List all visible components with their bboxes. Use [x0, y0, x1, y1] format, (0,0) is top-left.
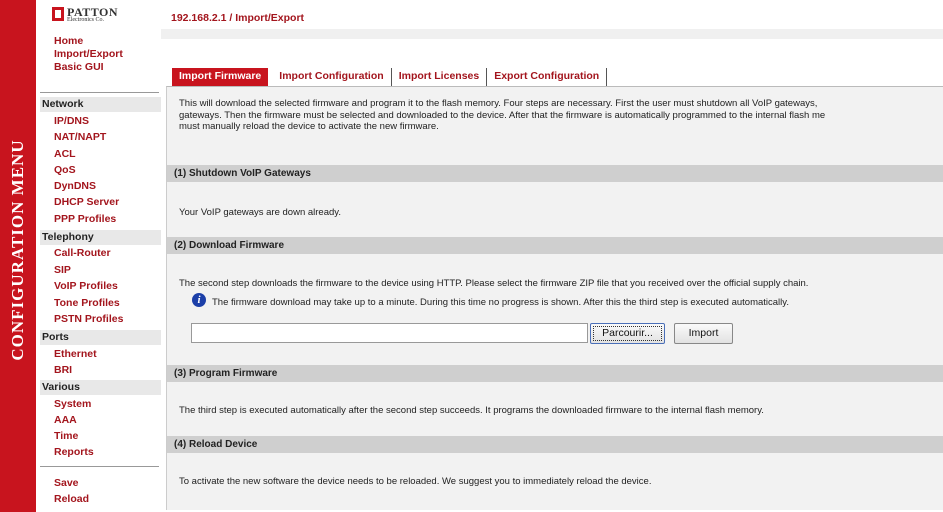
nav-group-network: Network — [40, 97, 161, 112]
nav-acl[interactable]: ACL — [54, 148, 76, 160]
import-button[interactable]: Import — [674, 323, 733, 344]
nav-tone-profiles[interactable]: Tone Profiles — [54, 297, 120, 309]
nav-sip[interactable]: SIP — [54, 264, 71, 276]
intro-text: This will download the selected firmware… — [179, 98, 943, 133]
import-firmware-panel: This will download the selected firmware… — [166, 86, 943, 510]
nav-dhcp-server[interactable]: DHCP Server — [54, 196, 119, 208]
nav-ip-dns[interactable]: IP/DNS — [54, 115, 89, 127]
nav-call-router[interactable]: Call-Router — [54, 247, 111, 259]
breadcrumb: 192.168.2.1 / Import/Export — [171, 12, 305, 24]
config-menu-bar: CONFIGURATION MENU — [0, 0, 36, 512]
nav-group-telephony: Telephony — [40, 230, 161, 245]
section-title-download: (2) Download Firmware — [167, 237, 943, 254]
section-title-shutdown: (1) Shutdown VoIP Gateways — [167, 165, 943, 182]
nav-reports[interactable]: Reports — [54, 446, 94, 458]
nav-reload[interactable]: Reload — [54, 493, 89, 505]
section-title-program: (3) Program Firmware — [167, 365, 943, 382]
sidebar-divider — [40, 466, 159, 467]
nav-ppp-profiles[interactable]: PPP Profiles — [54, 213, 116, 225]
nav-import-export[interactable]: Import/Export — [54, 48, 123, 60]
logo-mark-icon — [52, 7, 64, 21]
sidebar: PATTON Electronics Co. Home Import/Expor… — [36, 0, 161, 512]
tab-export-configuration[interactable]: Export Configuration — [487, 68, 608, 86]
nav-aaa[interactable]: AAA — [54, 414, 77, 426]
nav-basic-gui[interactable]: Basic GUI — [54, 61, 104, 73]
tab-bar: Import Firmware Import Configuration Imp… — [172, 68, 608, 86]
firmware-file-input[interactable] — [191, 323, 588, 343]
nav-qos[interactable]: QoS — [54, 164, 76, 176]
nav-bri[interactable]: BRI — [54, 364, 72, 376]
nav-dyndns[interactable]: DynDNS — [54, 180, 96, 192]
tab-import-licenses[interactable]: Import Licenses — [392, 68, 488, 86]
intro-line: must manually reload the device to activ… — [179, 121, 439, 132]
header-band — [161, 29, 943, 39]
logo-sub: Electronics Co. — [67, 17, 104, 23]
nav-time[interactable]: Time — [54, 430, 78, 442]
intro-line: gateways. Then the firmware must be sele… — [179, 109, 826, 121]
tab-import-configuration[interactable]: Import Configuration — [272, 68, 392, 86]
nav-voip-profiles[interactable]: VoIP Profiles — [54, 280, 118, 292]
nav-nat-napt[interactable]: NAT/NAPT — [54, 131, 106, 143]
nav-pstn-profiles[interactable]: PSTN Profiles — [54, 313, 123, 325]
nav-home[interactable]: Home — [54, 35, 83, 47]
intro-line: This will download the selected firmware… — [179, 98, 818, 109]
nav-system[interactable]: System — [54, 398, 91, 410]
section-text-download: The second step downloads the firmware t… — [179, 278, 809, 289]
config-menu-title: CONFIGURATION MENU — [8, 139, 27, 361]
section-text-reload: To activate the new software the device … — [179, 476, 652, 487]
section-text-shutdown: Your VoIP gateways are down already. — [179, 207, 341, 218]
nav-group-ports: Ports — [40, 330, 161, 345]
nav-group-various: Various — [40, 380, 161, 395]
sidebar-divider — [40, 92, 159, 93]
patton-logo: PATTON Electronics Co. — [52, 5, 132, 26]
download-info-note: The firmware download may take up to a m… — [212, 297, 789, 308]
info-icon: i — [192, 293, 206, 307]
nav-ethernet[interactable]: Ethernet — [54, 348, 97, 360]
browse-button[interactable]: Parcourir... — [590, 323, 665, 344]
section-title-reload: (4) Reload Device — [167, 436, 943, 453]
nav-save[interactable]: Save — [54, 477, 79, 489]
section-text-program: The third step is executed automatically… — [179, 405, 764, 416]
tab-import-firmware[interactable]: Import Firmware — [172, 68, 269, 86]
main-content: 192.168.2.1 / Import/Export Import Firmw… — [161, 0, 943, 512]
